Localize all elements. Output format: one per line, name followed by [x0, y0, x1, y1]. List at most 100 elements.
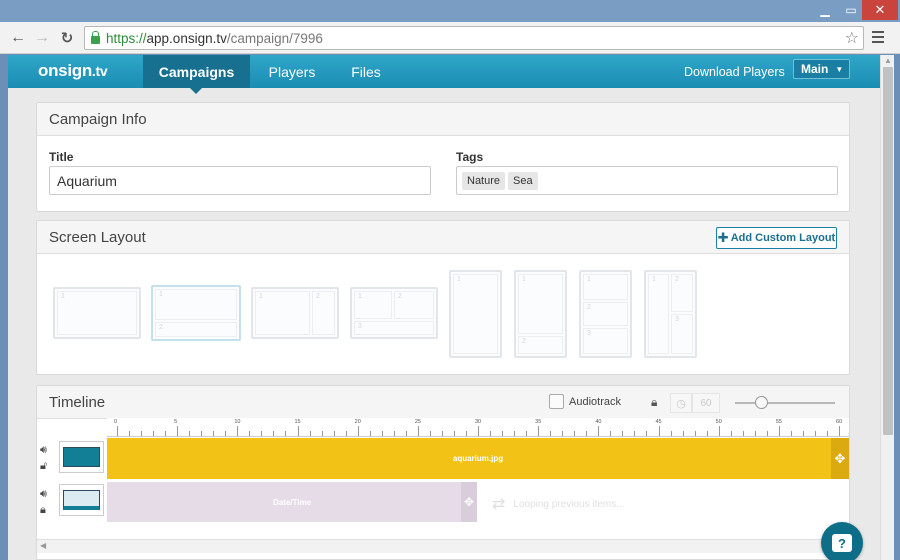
layout-cell: 1: [255, 291, 310, 335]
duration-input[interactable]: 60: [692, 393, 720, 413]
ruler-tick: [393, 431, 395, 436]
layout-cell: 1: [57, 291, 137, 335]
screen-layout-heading: Screen Layout: [49, 228, 146, 246]
ruler-tick: [381, 431, 383, 436]
ruler-tick: [417, 426, 419, 436]
ruler-tick: [682, 431, 684, 436]
ruler-tick: [357, 426, 359, 436]
timeline-item-datetime[interactable]: Date/Time ✥: [107, 482, 477, 522]
speaker-icon[interactable]: 🔊︎: [40, 488, 47, 501]
zoom-slider-handle[interactable]: [755, 396, 768, 409]
ruler-tick: [478, 426, 479, 436]
layout-cell: 2: [671, 274, 693, 312]
layout-cell: 1: [583, 274, 628, 300]
minimize-icon[interactable]: ▁: [812, 0, 838, 20]
clock-icon: ◷: [670, 393, 692, 413]
layout-cell: 1: [453, 274, 498, 354]
layout-option[interactable]: 1 2 3: [579, 270, 632, 358]
bookmark-star-icon[interactable]: ☆: [845, 28, 859, 48]
layout-option[interactable]: 1 2 3: [350, 287, 438, 339]
nav-tab-files[interactable]: Files: [344, 55, 388, 88]
window-titlebar: ▁ ▭ ✕: [0, 0, 900, 22]
forward-arrow-icon[interactable]: →: [32, 28, 52, 48]
ruler-tick: [766, 431, 768, 436]
reload-icon[interactable]: ↻: [57, 28, 77, 48]
audiotrack-label: Audiotrack: [569, 396, 621, 408]
ruler-tick: [177, 426, 179, 436]
audiotrack-checkbox[interactable]: [549, 394, 564, 409]
close-icon[interactable]: ✕: [862, 0, 898, 20]
looping-text: Looping previous items...: [513, 498, 625, 510]
onsign-logo[interactable]: onsign.tv: [38, 61, 108, 81]
scrollbar-thumb[interactable]: [883, 67, 893, 435]
tags-input[interactable]: Nature Sea: [456, 166, 838, 195]
browser-menu-icon[interactable]: [872, 31, 884, 43]
layout-cell: 2: [155, 322, 237, 337]
timeline-item-aquarium[interactable]: aquarium.jpg ✥: [107, 438, 849, 479]
title-input[interactable]: Aquarium: [49, 166, 431, 195]
layout-cell: 2: [312, 291, 335, 335]
nav-tab-campaigns[interactable]: Campaigns: [143, 55, 250, 94]
ruler-tick: [490, 431, 492, 436]
ruler-label: 55: [775, 419, 782, 425]
ruler-tick: [273, 431, 275, 436]
ruler-tick: [514, 431, 516, 436]
ruler-tick: [706, 431, 708, 436]
app-navbar: onsign.tv Campaigns Players Files Downlo…: [8, 55, 880, 94]
layout-option[interactable]: 1 2: [514, 270, 567, 358]
layout-option[interactable]: 1 2 3: [644, 270, 697, 358]
screen-layout-panel: Screen Layout ✚ Add Custom Layout 1 1 2 1…: [36, 220, 850, 375]
download-players-link[interactable]: Download Players: [684, 55, 785, 88]
ruler-tick: [670, 431, 672, 436]
ruler-tick: [153, 431, 155, 436]
ruler-tick: [249, 431, 251, 436]
ruler-tick: [586, 431, 588, 436]
zoom-slider-track[interactable]: [735, 402, 835, 404]
page-viewport: onsign.tv Campaigns Players Files Downlo…: [8, 55, 880, 560]
layout-cell: 1: [648, 274, 669, 354]
ruler-tick: [261, 431, 263, 436]
ruler-tick: [369, 431, 371, 436]
maximize-icon[interactable]: ▭: [838, 0, 864, 20]
ruler-label: 40: [595, 419, 602, 425]
track-layout-thumbnail[interactable]: [59, 441, 104, 473]
ruler-tick: [189, 431, 191, 436]
timeline-ruler: 0 5 10 15 20 25 30 35 40 45 50 55 60: [107, 418, 849, 437]
ruler-tick: [465, 431, 467, 436]
lock-icon[interactable]: 🔒︎: [40, 504, 46, 517]
scroll-up-icon[interactable]: ▲: [884, 56, 892, 65]
layout-option-selected[interactable]: 1 2: [151, 285, 241, 341]
ruler-tick: [646, 431, 648, 436]
layout-option[interactable]: 1: [53, 287, 141, 339]
main-menu-button[interactable]: Main ▼: [793, 59, 850, 79]
ruler-tick: [694, 431, 696, 436]
url-path: /campaign/7996: [226, 30, 323, 46]
speaker-icon[interactable]: 🔊︎: [40, 444, 47, 457]
track-layout-thumbnail[interactable]: [59, 484, 104, 516]
ruler-label: 10: [234, 419, 241, 425]
layout-cell: 1: [518, 274, 563, 334]
nav-tab-players[interactable]: Players: [260, 55, 324, 88]
scroll-left-icon[interactable]: ◀: [40, 541, 46, 550]
ruler-tick: [213, 431, 215, 436]
back-arrow-icon[interactable]: ←: [8, 28, 28, 48]
plus-icon: ✚: [717, 230, 729, 245]
layout-option[interactable]: 1 2: [251, 287, 339, 339]
timeline-horizontal-scrollbar[interactable]: ◀: [37, 539, 849, 553]
unlock-icon[interactable]: 🔓︎: [40, 460, 47, 473]
ruler-tick: [405, 431, 407, 436]
tag-chip[interactable]: Nature: [462, 171, 506, 190]
chat-support-button[interactable]: ?: [821, 522, 863, 560]
add-custom-layout-button[interactable]: ✚ Add Custom Layout: [716, 227, 837, 249]
ruler-tick: [345, 431, 347, 436]
lock-icon[interactable]: 🔒︎: [651, 395, 657, 410]
page-scrollbar[interactable]: ▲: [880, 55, 894, 560]
resize-handle-icon[interactable]: ✥: [831, 438, 849, 479]
tag-chip[interactable]: Sea: [508, 171, 538, 190]
address-bar[interactable]: https://app.onsign.tv/campaign/7996 ☆: [84, 26, 864, 50]
ruler-tick: [141, 431, 143, 436]
resize-handle-icon[interactable]: ✥: [461, 482, 477, 522]
ruler-label: 50: [715, 419, 722, 425]
ruler-tick: [297, 426, 299, 436]
layout-option[interactable]: 1: [449, 270, 502, 358]
